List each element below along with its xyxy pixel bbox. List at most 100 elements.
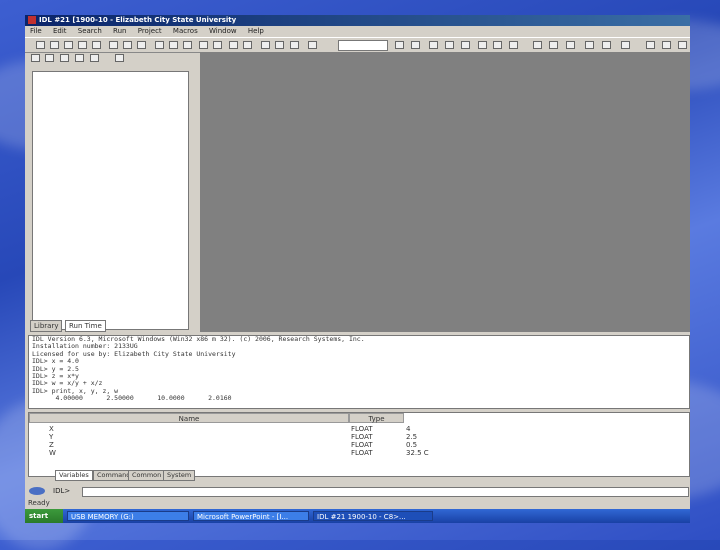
status-bar: Ready (28, 499, 50, 507)
var-type: FLOAT (351, 441, 373, 449)
tab-common[interactable]: Common (128, 470, 166, 481)
var-name: Z (49, 441, 54, 449)
console-line: IDL> x = 4.0 (32, 357, 79, 366)
var-value: 4 (406, 425, 411, 433)
outdent-icon[interactable] (243, 41, 252, 49)
list-icon[interactable] (275, 41, 284, 49)
tab-system[interactable]: System (163, 470, 196, 481)
command-history-icon[interactable] (29, 487, 45, 495)
project-tree-panel[interactable] (32, 71, 189, 330)
build-icon[interactable] (213, 41, 222, 49)
var-type: FLOAT (351, 425, 373, 433)
color-icon[interactable] (493, 41, 502, 49)
windows-taskbar: start USB MEMORY (G:) Microsoft PowerPoi… (25, 509, 690, 523)
menu-window[interactable]: Window (209, 27, 237, 35)
main-toolbar (25, 37, 690, 53)
export-icon[interactable] (566, 41, 575, 49)
variable-watch-table: Name Type X FLOAT 4 Y FLOAT 2.5 Z FLOAT … (28, 412, 690, 477)
console-line: 4.00000 2.50000 10.0000 2.0160 (32, 394, 232, 403)
grid-icon[interactable] (290, 41, 299, 49)
command-input[interactable] (82, 487, 689, 497)
open-file-icon[interactable] (50, 41, 59, 49)
project-toolbar (25, 52, 200, 64)
menu-edit[interactable]: Edit (53, 27, 67, 35)
red-tool-icon[interactable] (509, 41, 518, 49)
taskbar-item-powerpoint[interactable]: Microsoft PowerPoint - [I... (193, 511, 309, 521)
taskbar-item-idl[interactable]: IDL #21 1900-10 - C8>... (313, 511, 433, 521)
idl-window: IDL #21 [1900-10 - Elizabeth City State … (25, 15, 690, 523)
command-line-bar: IDL> (25, 485, 690, 498)
start-button[interactable]: start (25, 509, 63, 523)
cascade-icon[interactable] (602, 41, 611, 49)
var-value: 32.5 C (406, 449, 429, 457)
console-line: IDL> y = 2.5 (32, 364, 79, 373)
run-icon[interactable] (395, 41, 404, 49)
project-settings-icon[interactable] (115, 54, 124, 62)
table-row[interactable]: X FLOAT 4 (29, 425, 429, 433)
var-name: X (49, 425, 54, 433)
open-folder-icon[interactable] (64, 41, 73, 49)
command-prompt-label: IDL> (53, 487, 71, 495)
redo-icon[interactable] (169, 41, 178, 49)
var-type: FLOAT (351, 433, 373, 441)
menu-file[interactable]: File (30, 27, 42, 35)
table-row[interactable]: Y FLOAT 2.5 (29, 433, 429, 441)
undo-icon[interactable] (155, 41, 164, 49)
console-line: Licensed for use by: Elizabeth City Stat… (32, 349, 236, 358)
compile-icon[interactable] (199, 41, 208, 49)
taskbar-item-usb-memory[interactable]: USB MEMORY (G:) (67, 511, 189, 521)
menu-help[interactable]: Help (248, 27, 264, 35)
step-over-icon[interactable] (429, 41, 438, 49)
var-type: FLOAT (351, 449, 373, 457)
reset-icon[interactable] (478, 41, 487, 49)
table-row[interactable]: Z FLOAT 0.5 (29, 441, 429, 449)
new-file-icon[interactable] (36, 41, 45, 49)
menu-search[interactable]: Search (78, 27, 102, 35)
menu-macros[interactable]: Macros (173, 27, 198, 35)
search-combo[interactable] (338, 40, 388, 51)
tab-library[interactable]: Library (30, 320, 63, 332)
paste-icon[interactable] (137, 41, 146, 49)
project-run-icon[interactable] (90, 54, 99, 62)
gui-builder-icon[interactable] (549, 41, 558, 49)
step-out-icon[interactable] (445, 41, 454, 49)
project-new-icon[interactable] (31, 54, 40, 62)
breakpoint-icon[interactable] (261, 41, 270, 49)
about-icon[interactable] (678, 41, 687, 49)
var-value: 2.5 (406, 433, 418, 441)
console-line: IDL> z = x*y (32, 372, 79, 381)
window-icon[interactable] (533, 41, 542, 49)
menu-bar: File Edit Search Run Project Macros Wind… (25, 26, 690, 36)
menu-run[interactable]: Run (113, 27, 126, 35)
find-icon[interactable] (183, 41, 192, 49)
console-line: IDL> w = x/y + x/z (32, 379, 103, 388)
tile-icon[interactable] (585, 41, 594, 49)
help-icon[interactable] (662, 41, 671, 49)
idl-app-icon (28, 16, 36, 24)
output-log: IDL Version 6.3, Microsoft Windows (Win3… (28, 335, 690, 409)
flag-icon[interactable] (621, 41, 630, 49)
project-remove-icon[interactable] (75, 54, 84, 62)
table-row[interactable]: W FLOAT 32.5 C (29, 449, 429, 457)
step-into-icon[interactable] (411, 41, 420, 49)
table-icon[interactable] (308, 41, 317, 49)
column-header-name[interactable]: Name (29, 413, 349, 423)
var-name: Y (49, 433, 54, 441)
title-bar: IDL #21 [1900-10 - Elizabeth City State … (25, 15, 690, 26)
copy-icon[interactable] (123, 41, 132, 49)
cut-icon[interactable] (109, 41, 118, 49)
project-add-icon[interactable] (60, 54, 69, 62)
tab-variables[interactable]: Variables (55, 470, 93, 481)
project-open-icon[interactable] (45, 54, 54, 62)
monitor-icon[interactable] (646, 41, 655, 49)
editor-area[interactable] (200, 52, 690, 332)
indent-icon[interactable] (229, 41, 238, 49)
column-header-type[interactable]: Type (349, 413, 404, 423)
save-icon[interactable] (78, 41, 87, 49)
stop-icon[interactable] (461, 41, 470, 49)
menu-project[interactable]: Project (138, 27, 162, 35)
print-icon[interactable] (92, 41, 101, 49)
tab-run-time[interactable]: Run Time (65, 320, 106, 332)
var-name: W (49, 449, 56, 457)
var-value: 0.5 (406, 441, 418, 449)
